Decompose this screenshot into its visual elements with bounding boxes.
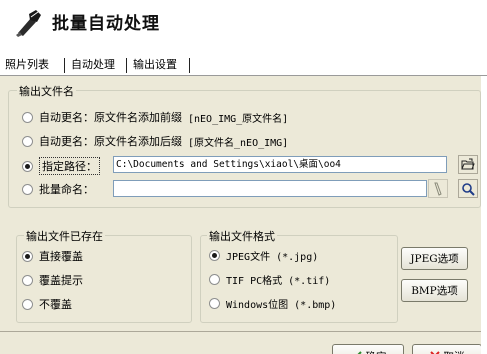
- output-settings-panel: 输出文件名 自动更名：原文件名添加前缀 [nEO_IMG_原文件名] 自动更名：…: [0, 76, 487, 354]
- footer-divider: [0, 331, 481, 332]
- folder-open-icon: [461, 158, 475, 170]
- ok-label: 确定: [366, 349, 387, 354]
- tab-separator: [64, 58, 65, 73]
- output-filename-title: 输出文件名: [17, 83, 76, 99]
- prefix-rename-radio[interactable]: [22, 111, 33, 123]
- specify-path-label: 指定路径：: [39, 157, 100, 175]
- output-format-title: 输出文件格式: [207, 228, 277, 244]
- bmp-options-button[interactable]: BMP选项: [401, 279, 468, 302]
- overwrite-option[interactable]: 直接覆盖: [22, 248, 83, 264]
- suffix-rename-label: 自动更名：原文件名添加后缀: [39, 135, 182, 148]
- suffix-rename-radio[interactable]: [22, 135, 33, 147]
- no-overwrite-label: 不覆盖: [39, 298, 72, 311]
- overwrite-prompt-label: 覆盖提示: [39, 274, 83, 287]
- format-bmp-radio[interactable]: [209, 298, 220, 309]
- cancel-button[interactable]: 取消: [412, 344, 482, 354]
- suffix-rename-option[interactable]: 自动更名：原文件名添加后缀 [原文件名_nEO_IMG]: [22, 133, 288, 149]
- tab-auto-process[interactable]: 自动处理: [68, 55, 118, 75]
- overwrite-prompt-option[interactable]: 覆盖提示: [22, 272, 83, 288]
- format-jpeg-radio[interactable]: [209, 250, 220, 261]
- specify-path-option[interactable]: 指定路径：: [22, 157, 100, 175]
- cancel-label: 取消: [444, 349, 465, 354]
- header: 批量自动处理: [0, 0, 487, 48]
- path-input[interactable]: C:\Documents and Settings\xiaol\桌面\oo4: [113, 156, 447, 173]
- app-logo-icon: [16, 10, 41, 37]
- edit-name-button[interactable]: [428, 179, 448, 198]
- no-overwrite-option[interactable]: 不覆盖: [22, 296, 72, 312]
- prefix-rename-hint: [nEO_IMG_原文件名]: [188, 113, 289, 125]
- batch-rename-label: 批量命名：: [39, 183, 94, 196]
- search-button[interactable]: [458, 179, 478, 198]
- overwrite-radio[interactable]: [22, 250, 33, 262]
- specify-path-radio[interactable]: [22, 160, 33, 172]
- prefix-rename-label: 自动更名：原文件名添加前缀: [39, 111, 182, 124]
- prefix-rename-option[interactable]: 自动更名：原文件名添加前缀 [nEO_IMG_原文件名]: [22, 109, 288, 125]
- no-overwrite-radio[interactable]: [22, 298, 33, 310]
- overwrite-prompt-radio[interactable]: [22, 274, 33, 286]
- tab-bar: 照片列表 自动处理 输出设置: [0, 55, 487, 75]
- jpeg-options-button[interactable]: JPEG选项: [401, 247, 468, 270]
- pencil-icon: [434, 182, 442, 196]
- ok-button[interactable]: 确定: [332, 344, 404, 354]
- format-jpeg-option[interactable]: JPEG文件 (*.jpg): [209, 248, 318, 263]
- tab-photo-list[interactable]: 照片列表: [2, 55, 52, 75]
- search-icon: [462, 182, 475, 196]
- tab-separator: [126, 58, 127, 73]
- panel-right-edge: [481, 76, 487, 354]
- format-bmp-label: Windows位图 (*.bmp): [226, 300, 337, 311]
- format-tif-option[interactable]: TIF PC格式 (*.tif): [209, 272, 330, 287]
- format-bmp-option[interactable]: Windows位图 (*.bmp): [209, 296, 336, 311]
- tab-output-settings[interactable]: 输出设置: [130, 55, 180, 75]
- browse-folder-button[interactable]: [458, 155, 478, 174]
- app-title: 批量自动处理: [52, 14, 160, 34]
- overwrite-label: 直接覆盖: [39, 250, 83, 263]
- file-exists-title: 输出文件已存在: [24, 228, 105, 244]
- tab-separator: [189, 58, 190, 73]
- batch-rename-option[interactable]: 批量命名：: [22, 181, 94, 197]
- format-jpeg-label: JPEG文件 (*.jpg): [226, 252, 319, 263]
- batch-name-input[interactable]: [113, 180, 427, 197]
- batch-rename-radio[interactable]: [22, 183, 33, 195]
- format-tif-radio[interactable]: [209, 274, 220, 285]
- suffix-rename-hint: [原文件名_nEO_IMG]: [188, 137, 289, 149]
- format-tif-label: TIF PC格式 (*.tif): [226, 276, 331, 287]
